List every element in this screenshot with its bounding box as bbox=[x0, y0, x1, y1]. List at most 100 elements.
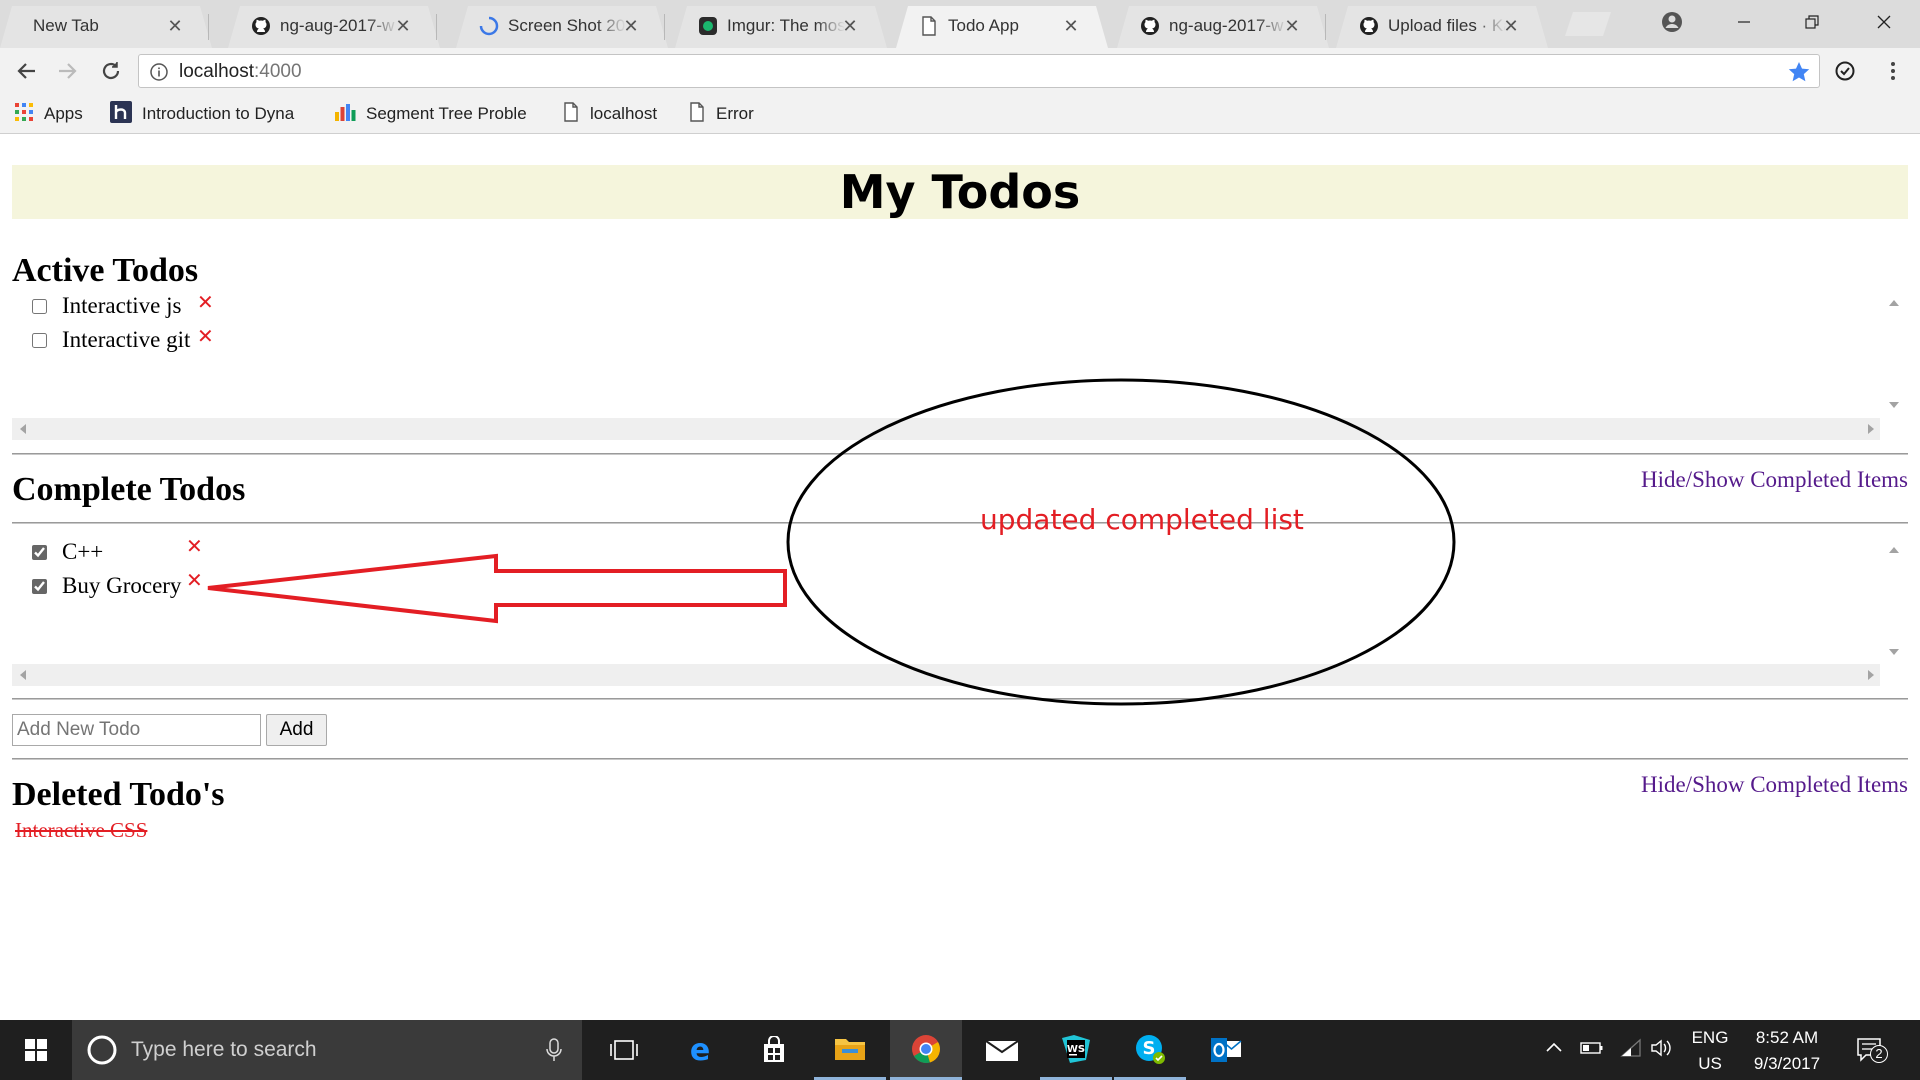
action-center-icon[interactable]: 2 bbox=[1856, 1037, 1888, 1070]
tab-imgur[interactable]: Imgur: The most ✕ bbox=[675, 6, 887, 48]
hide-show-completed-link[interactable]: Hide/Show Completed Items bbox=[1641, 467, 1908, 493]
tab-strip: New Tab ✕ ng-aug-2017-w ✕ Screen Shot 20… bbox=[0, 0, 1920, 48]
close-window-icon[interactable] bbox=[1862, 8, 1906, 36]
wifi-icon[interactable] bbox=[1620, 1038, 1642, 1063]
list-item: Interactive js bbox=[22, 292, 181, 320]
menu-kebab-icon[interactable] bbox=[1878, 56, 1908, 86]
divider bbox=[12, 522, 1908, 524]
chrome-icon[interactable] bbox=[890, 1020, 962, 1080]
bookmark-error[interactable]: Error bbox=[688, 101, 754, 126]
github-icon bbox=[1139, 15, 1161, 37]
tab-title: New Tab bbox=[33, 16, 99, 35]
vertical-scrollbar[interactable] bbox=[1882, 537, 1904, 665]
close-tab-icon[interactable]: ✕ bbox=[394, 16, 412, 36]
bar-chart-icon bbox=[334, 102, 356, 127]
profile-icon[interactable] bbox=[1650, 8, 1694, 36]
horizontal-scrollbar[interactable] bbox=[12, 664, 1880, 686]
vertical-scrollbar[interactable] bbox=[1882, 290, 1904, 418]
input-language[interactable]: ENG US bbox=[1690, 1028, 1730, 1074]
forward-arrow-icon[interactable] bbox=[52, 56, 82, 86]
clock[interactable]: 8:52 AM 9/3/2017 bbox=[1748, 1028, 1826, 1074]
back-arrow-icon[interactable] bbox=[12, 56, 42, 86]
scroll-left-icon[interactable] bbox=[20, 424, 26, 434]
scroll-down-icon[interactable] bbox=[1889, 402, 1899, 408]
scroll-up-icon[interactable] bbox=[1889, 547, 1899, 553]
close-tab-icon[interactable]: ✕ bbox=[841, 16, 859, 36]
restore-window-icon[interactable] bbox=[1790, 8, 1834, 36]
skype-icon[interactable]: S bbox=[1114, 1020, 1186, 1080]
url-port: :4000 bbox=[254, 61, 302, 82]
bookmarks-bar: Apps Introduction to Dyna Segment Tree P… bbox=[0, 94, 1920, 134]
todo-checkbox[interactable] bbox=[32, 298, 47, 314]
bookmark-apps[interactable]: Apps bbox=[14, 102, 83, 126]
scroll-right-icon[interactable] bbox=[1868, 424, 1874, 434]
volume-icon[interactable] bbox=[1650, 1038, 1674, 1063]
bookmark-localhost[interactable]: localhost bbox=[562, 101, 658, 126]
bookmark-introduction-to-dyna[interactable]: Introduction to Dyna bbox=[110, 100, 310, 126]
tab-screenshot[interactable]: Screen Shot 201 ✕ bbox=[456, 6, 668, 48]
tab-github-1[interactable]: ng-aug-2017-w ✕ bbox=[228, 6, 440, 48]
address-bar[interactable]: localhost:4000 bbox=[138, 54, 1820, 88]
extension-icon[interactable] bbox=[1830, 56, 1860, 86]
delete-icon[interactable]: ✕ bbox=[197, 290, 214, 314]
divider bbox=[12, 698, 1908, 700]
microphone-icon[interactable] bbox=[546, 1038, 562, 1067]
close-tab-icon[interactable]: ✕ bbox=[1283, 16, 1301, 36]
active-todos-heading: Active Todos bbox=[12, 252, 199, 289]
horizontal-scrollbar[interactable] bbox=[12, 418, 1880, 440]
deleted-todos-heading: Deleted Todo's bbox=[12, 776, 225, 813]
tab-upload-files[interactable]: Upload files · Ka ✕ bbox=[1336, 6, 1548, 48]
scroll-down-icon[interactable] bbox=[1889, 649, 1899, 655]
bookmark-star-icon[interactable] bbox=[1787, 60, 1811, 89]
tab-new-tab[interactable]: New Tab ✕ bbox=[0, 6, 212, 48]
new-todo-input[interactable] bbox=[12, 714, 261, 746]
mail-icon[interactable] bbox=[966, 1020, 1038, 1080]
tab-title: Todo App bbox=[948, 16, 1019, 35]
complete-todos-heading: Complete Todos bbox=[12, 471, 246, 508]
close-tab-icon[interactable]: ✕ bbox=[622, 16, 640, 36]
tab-title: ng-aug-2017-w bbox=[280, 16, 395, 35]
todo-checkbox[interactable] bbox=[32, 578, 47, 594]
tab-github-2[interactable]: ng-aug-2017-w ✕ bbox=[1117, 6, 1329, 48]
scroll-left-icon[interactable] bbox=[20, 670, 26, 680]
active-todos-list[interactable]: Interactive js ✕ Interactive git ✕ bbox=[12, 290, 1910, 420]
close-tab-icon[interactable]: ✕ bbox=[1062, 16, 1080, 36]
store-icon[interactable] bbox=[738, 1020, 810, 1080]
chevron-up-icon[interactable] bbox=[1545, 1038, 1563, 1058]
webstorm-icon[interactable]: WS bbox=[1040, 1020, 1112, 1080]
close-tab-icon[interactable]: ✕ bbox=[1502, 16, 1520, 36]
delete-icon[interactable]: ✕ bbox=[197, 324, 214, 348]
scroll-right-icon[interactable] bbox=[1868, 670, 1874, 680]
github-icon bbox=[1358, 15, 1380, 37]
search-placeholder: Type here to search bbox=[131, 1038, 317, 1061]
hide-show-completed-link[interactable]: Hide/Show Completed Items bbox=[1641, 772, 1908, 798]
url-text[interactable]: localhost:4000 bbox=[179, 61, 302, 83]
task-view-icon[interactable] bbox=[588, 1020, 660, 1080]
tab-todo-app[interactable]: Todo App ✕ bbox=[896, 6, 1108, 48]
edge-browser-icon[interactable]: e bbox=[664, 1020, 736, 1080]
new-tab-button[interactable] bbox=[1565, 12, 1611, 36]
app-title: My Todos bbox=[12, 165, 1908, 219]
info-icon[interactable] bbox=[149, 62, 169, 87]
bookmark-label: Apps bbox=[44, 104, 83, 123]
bookmark-segment-tree[interactable]: Segment Tree Proble bbox=[334, 102, 534, 126]
todo-checkbox[interactable] bbox=[32, 544, 47, 560]
file-explorer-icon[interactable] bbox=[814, 1020, 886, 1080]
add-button[interactable]: Add bbox=[266, 714, 327, 746]
close-tab-icon[interactable]: ✕ bbox=[166, 16, 184, 36]
battery-icon[interactable] bbox=[1580, 1040, 1604, 1060]
windows-start-icon[interactable] bbox=[0, 1020, 72, 1080]
reload-icon[interactable] bbox=[96, 56, 126, 86]
loading-spinner-icon bbox=[478, 15, 500, 37]
delete-icon[interactable]: ✕ bbox=[186, 534, 203, 558]
tab-title: Imgur: The most bbox=[727, 16, 845, 35]
bookmark-label: localhost bbox=[590, 104, 658, 123]
taskbar-search-box[interactable]: Type here to search bbox=[72, 1020, 582, 1080]
todo-checkbox[interactable] bbox=[32, 332, 47, 348]
delete-icon[interactable]: ✕ bbox=[186, 568, 203, 592]
scroll-up-icon[interactable] bbox=[1889, 300, 1899, 306]
list-item: Buy Grocery bbox=[22, 572, 181, 600]
outlook-icon[interactable] bbox=[1190, 1020, 1262, 1080]
minimize-window-icon[interactable] bbox=[1722, 8, 1766, 36]
complete-todos-list[interactable]: C++ ✕ Buy Grocery ✕ bbox=[12, 534, 1910, 667]
